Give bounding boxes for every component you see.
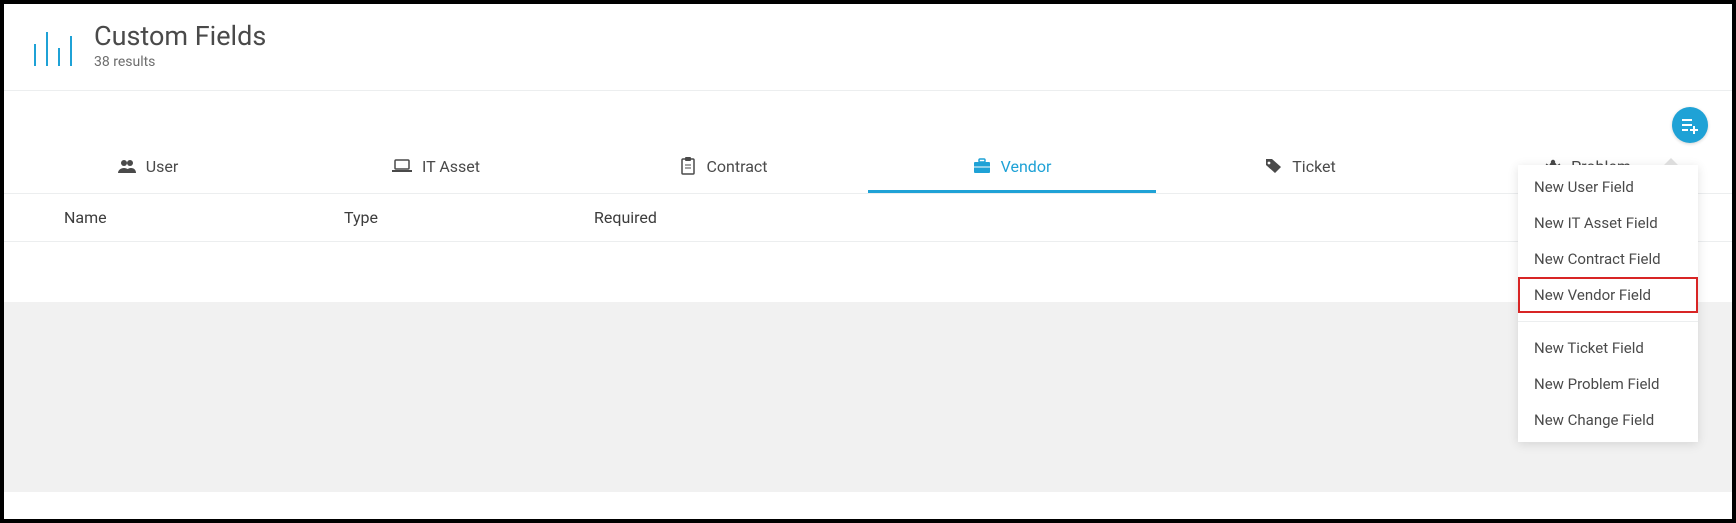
clipboard-icon bbox=[680, 157, 696, 175]
page-header: Custom Fields 38 results bbox=[4, 4, 1732, 91]
tab-label: Contract bbox=[706, 157, 767, 176]
tab-label: IT Asset bbox=[422, 157, 480, 176]
menu-separator bbox=[1518, 321, 1698, 322]
content-area: New User Field New IT Asset Field New Co… bbox=[4, 91, 1732, 492]
column-type: Type bbox=[344, 208, 594, 227]
tab-vendor[interactable]: Vendor bbox=[868, 145, 1156, 193]
tab-contract[interactable]: Contract bbox=[580, 145, 868, 193]
tab-label: Ticket bbox=[1292, 157, 1335, 176]
menu-item-new-change-field[interactable]: New Change Field bbox=[1518, 402, 1698, 438]
tab-ticket[interactable]: Ticket bbox=[1156, 145, 1444, 193]
page-title: Custom Fields bbox=[94, 22, 266, 52]
tab-user[interactable]: User bbox=[4, 145, 292, 193]
column-required: Required bbox=[594, 208, 1672, 227]
table-body-empty bbox=[4, 242, 1732, 302]
menu-item-new-problem-field[interactable]: New Problem Field bbox=[1518, 366, 1698, 402]
menu-item-new-user-field[interactable]: New User Field bbox=[1518, 169, 1698, 205]
page-subtitle: 38 results bbox=[94, 54, 266, 70]
column-name: Name bbox=[64, 208, 344, 227]
menu-item-new-it-asset-field[interactable]: New IT Asset Field bbox=[1518, 205, 1698, 241]
bar-chart-icon bbox=[32, 26, 76, 66]
tag-icon bbox=[1264, 158, 1282, 174]
tab-bar: User IT Asset Contract Vendor bbox=[4, 91, 1732, 194]
laptop-icon bbox=[392, 159, 412, 173]
menu-item-new-ticket-field[interactable]: New Ticket Field bbox=[1518, 330, 1698, 366]
users-icon bbox=[118, 159, 136, 173]
footer-area bbox=[4, 302, 1732, 492]
menu-item-new-vendor-field[interactable]: New Vendor Field bbox=[1518, 277, 1698, 313]
tab-label: User bbox=[146, 157, 179, 176]
add-field-button[interactable] bbox=[1672, 107, 1708, 143]
briefcase-icon bbox=[973, 158, 991, 174]
menu-item-new-contract-field[interactable]: New Contract Field bbox=[1518, 241, 1698, 277]
tab-label: Vendor bbox=[1001, 157, 1052, 176]
table-header: Name Type Required bbox=[4, 194, 1732, 242]
tab-it-asset[interactable]: IT Asset bbox=[292, 145, 580, 193]
list-plus-icon bbox=[1680, 115, 1700, 135]
add-field-dropdown: New User Field New IT Asset Field New Co… bbox=[1518, 165, 1698, 442]
